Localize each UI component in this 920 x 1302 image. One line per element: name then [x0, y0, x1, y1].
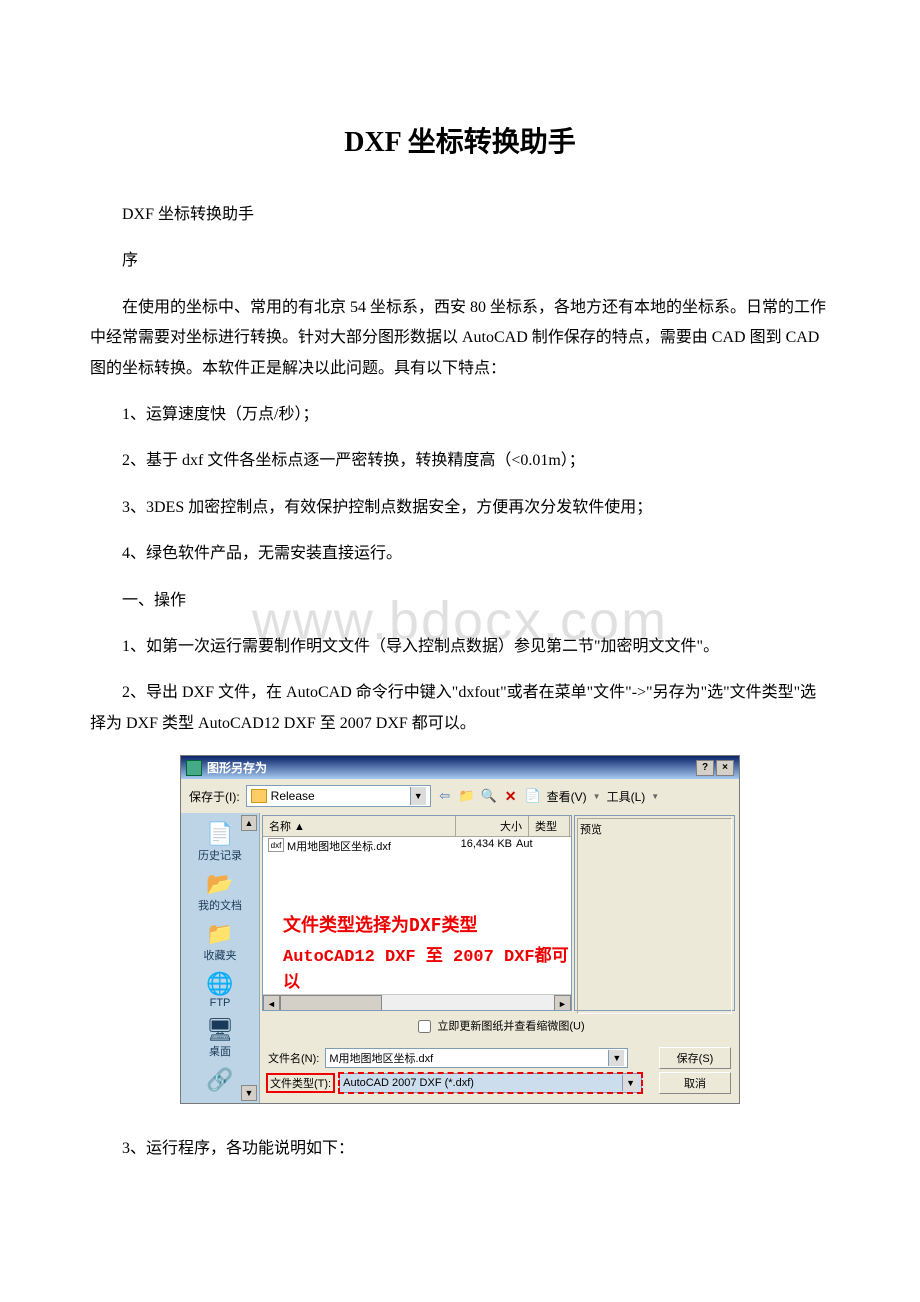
filetype-combo[interactable]: AutoCAD 2007 DXF (*.dxf) ▼ [339, 1073, 642, 1093]
filename-label: 文件名(N): [268, 1050, 319, 1066]
file-row[interactable]: dxf M用地图地区坐标.dxf 16,434 KB Aut [263, 837, 571, 855]
network-icon: 🔗 [204, 1067, 236, 1093]
file-name: M用地图地区坐标.dxf [287, 838, 452, 854]
sidebar-item-label: 桌面 [209, 1043, 231, 1059]
file-list[interactable]: 名称 ▲ 大小 类型 dxf M用地图地区坐标.dxf 16,434 KB Au… [262, 815, 572, 1011]
filetype-label: 文件类型(T): [268, 1075, 333, 1091]
history-icon: 📄 [204, 821, 236, 847]
sidebar-item-favorites[interactable]: 📁 收藏夹 [204, 921, 237, 963]
tools-menu[interactable]: 工具(L) [607, 788, 646, 805]
cancel-button[interactable]: 取消 [659, 1072, 731, 1094]
list-header: 名称 ▲ 大小 类型 [263, 816, 571, 837]
dialog-titlebar: 图形另存为 ? × [181, 756, 739, 779]
app-icon [186, 760, 202, 776]
paragraph: 序 [90, 246, 830, 276]
paragraph: 3、运行程序，各功能说明如下： [90, 1134, 830, 1164]
sidebar-item-label: FTP [210, 997, 231, 1009]
paragraph: 在使用的坐标中、常用的有北京 54 坐标系，西安 80 坐标系，各地方还有本地的… [90, 293, 830, 384]
paragraph: 3、3DES 加密控制点，有效保护控制点数据安全，方便再次分发软件使用； [90, 493, 830, 523]
preview-panel: 预览 [574, 815, 735, 1011]
preview-label: 预览 [580, 824, 602, 836]
sidebar-item-ftp[interactable]: 🌐 FTP [204, 971, 236, 1009]
sidebar-item-history[interactable]: 📄 历史记录 [198, 821, 242, 863]
chevron-down-icon: ▼ [651, 792, 659, 801]
column-type[interactable]: 类型 [529, 816, 570, 836]
paragraph: 2、基于 dxf 文件各坐标点逐一严密转换，转换精度高（<0.01m）； [90, 446, 830, 476]
filetype-value: AutoCAD 2007 DXF (*.dxf) [343, 1077, 474, 1089]
paragraph: 1、如第一次运行需要制作明文文件（导入控制点数据）参见第二节"加密明文文件"。 [90, 632, 830, 662]
paragraph: 4、绿色软件产品，无需安装直接运行。 [90, 539, 830, 569]
sidebar-item-label: 收藏夹 [204, 947, 237, 963]
dialog-toolbar: 保存于(I): Release ▼ ⇦ 📁 🔍 ✕ 📄 查看(V) ▼ 工具(L… [181, 779, 739, 813]
search-icon[interactable]: 🔍 [481, 788, 497, 804]
favorites-icon: 📁 [204, 921, 236, 947]
desktop-icon: 🖥 [204, 1017, 236, 1043]
scroll-left-button[interactable]: ◄ [263, 995, 280, 1011]
column-size[interactable]: 大小 [456, 816, 529, 836]
folder-combo[interactable]: Release ▼ [246, 785, 431, 807]
paragraph: 1、运算速度快（万点/秒）； [90, 400, 830, 430]
column-name[interactable]: 名称 ▲ [263, 816, 456, 836]
file-type: Aut [512, 838, 546, 854]
page-title: DXF 坐标转换助手 [90, 120, 830, 160]
annotation-text: AutoCAD12 DXF 至 2007 DXF都可以 [283, 941, 571, 993]
filename-input[interactable]: M用地图地区坐标.dxf ▼ [325, 1048, 628, 1068]
scroll-down-button[interactable]: ▼ [241, 1085, 257, 1101]
up-folder-icon[interactable]: 📁 [459, 788, 475, 804]
documents-icon: 📂 [204, 871, 236, 897]
ftp-icon: 🌐 [204, 971, 236, 997]
filename-value: M用地图地区坐标.dxf [329, 1050, 433, 1066]
back-icon[interactable]: ⇦ [437, 788, 453, 804]
sidebar-item-desktop[interactable]: 🖥 桌面 [204, 1017, 236, 1059]
paragraph: 一、操作 [90, 586, 830, 616]
dropdown-icon: ▼ [608, 1050, 624, 1066]
folder-name: Release [271, 789, 315, 803]
horizontal-scrollbar[interactable]: ◄ ► [263, 994, 571, 1010]
dropdown-icon: ▼ [410, 787, 426, 805]
save-button[interactable]: 保存(S) [659, 1047, 731, 1069]
update-thumbnail-checkbox[interactable] [418, 1020, 431, 1033]
update-thumbnail-row: 立即更新图纸并查看缩微图(U) [260, 1013, 739, 1040]
places-sidebar: ▲ 📄 历史记录 📂 我的文档 📁 收藏夹 🌐 [181, 813, 260, 1103]
paragraph: DXF 坐标转换助手 [90, 200, 830, 230]
close-button[interactable]: × [716, 760, 734, 776]
sidebar-item-mydocs[interactable]: 📂 我的文档 [198, 871, 242, 913]
view-menu[interactable]: 查看(V) [547, 788, 587, 805]
folder-icon [251, 789, 267, 803]
scroll-up-button[interactable]: ▲ [241, 815, 257, 831]
checkbox-label: 立即更新图纸并查看缩微图(U) [437, 1020, 584, 1032]
sidebar-item-extra[interactable]: 🔗 [204, 1067, 236, 1093]
chevron-down-icon: ▼ [593, 792, 601, 801]
scroll-right-button[interactable]: ► [554, 995, 571, 1011]
save-as-dialog: 图形另存为 ? × 保存于(I): Release ▼ ⇦ 📁 🔍 ✕ 📄 查看… [180, 755, 740, 1104]
annotation-text: 文件类型选择为DXF类型 [283, 911, 478, 937]
paragraph: 2、导出 DXF 文件，在 AutoCAD 命令行中键入"dxfout"或者在菜… [90, 678, 830, 739]
save-in-label: 保存于(I): [189, 788, 240, 805]
sidebar-item-label: 我的文档 [198, 897, 242, 913]
file-size: 16,434 KB [452, 838, 512, 854]
dialog-title: 图形另存为 [207, 759, 267, 776]
new-folder-icon[interactable]: 📄 [525, 788, 541, 804]
sidebar-item-label: 历史记录 [198, 847, 242, 863]
dropdown-icon: ▼ [622, 1075, 638, 1091]
delete-icon[interactable]: ✕ [503, 788, 519, 804]
scroll-thumb[interactable] [280, 995, 382, 1011]
help-button[interactable]: ? [696, 760, 714, 776]
file-icon: dxf [268, 838, 284, 852]
